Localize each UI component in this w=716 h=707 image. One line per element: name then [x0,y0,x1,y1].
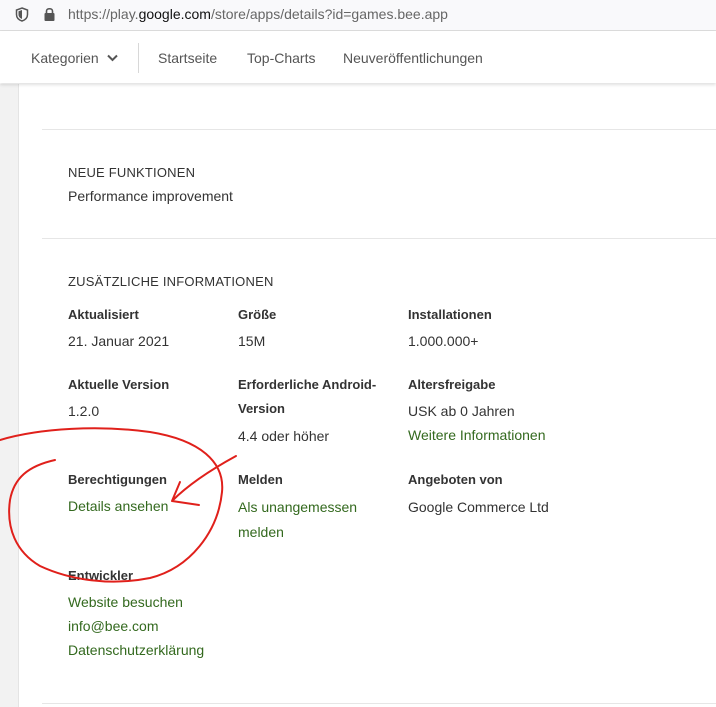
installs-label: Installationen [408,307,492,322]
updated-label: Aktualisiert [68,307,139,322]
categories-label: Kategorien [31,50,99,66]
nav-new-releases-link[interactable]: Neuveröffentlichungen [343,50,483,66]
offered-by-value: Google Commerce Ltd [408,499,549,515]
lock-icon [44,7,55,21]
size-value: 15M [238,333,266,349]
android-version-label-line2: Version [238,401,285,416]
section-divider [42,129,716,130]
shield-icon[interactable] [15,7,29,22]
annotation-arrow [171,455,237,506]
page-side-shade [0,84,19,707]
permissions-label: Berechtigungen [68,472,167,487]
nav-divider [138,43,139,73]
report-link-line1[interactable]: Als unangemessen [238,495,357,519]
section-divider [42,703,716,704]
developer-email-link[interactable]: info@bee.com [68,614,158,638]
developer-privacy-link[interactable]: Datenschutzerklärung [68,638,204,662]
android-version-value: 4.4 oder höher [238,428,330,444]
additional-info-title: ZUSÄTZLICHE INFORMATIONEN [68,274,274,289]
version-label: Aktuelle Version [68,377,170,392]
size-label: Größe [238,307,277,322]
report-label: Melden [238,472,283,487]
categories-dropdown[interactable]: Kategorien [31,50,118,66]
whats-new-title: NEUE FUNKTIONEN [68,165,196,180]
section-divider [42,238,716,239]
report-link-line2[interactable]: melden [238,520,284,544]
store-nav-bar: Kategorien Startseite Top-Charts Neuverö… [0,31,716,83]
chevron-down-icon [106,54,118,62]
updated-value: 21. Januar 2021 [68,333,170,349]
content-rating-value: USK ab 0 Jahren [408,403,515,419]
url-bar[interactable]: https://play.google.com/store/apps/detai… [0,0,716,31]
developer-website-link[interactable]: Website besuchen [68,590,183,614]
android-version-label-line1: Erforderliche Android- [238,377,377,392]
nav-home-link[interactable]: Startseite [158,50,217,66]
rating-more-info-link[interactable]: Weitere Informationen [408,423,545,447]
nav-top-charts-link[interactable]: Top-Charts [247,50,315,66]
version-value: 1.2.0 [68,403,100,419]
url-text[interactable]: https://play.google.com/store/apps/detai… [68,6,448,22]
developer-label: Entwickler [68,568,134,583]
offered-by-label: Angeboten von [408,472,503,487]
installs-value: 1.000.000+ [408,333,479,349]
permissions-details-link[interactable]: Details ansehen [68,494,168,518]
whats-new-text: Performance improvement [68,188,233,204]
content-rating-label: Altersfreigabe [408,377,496,392]
